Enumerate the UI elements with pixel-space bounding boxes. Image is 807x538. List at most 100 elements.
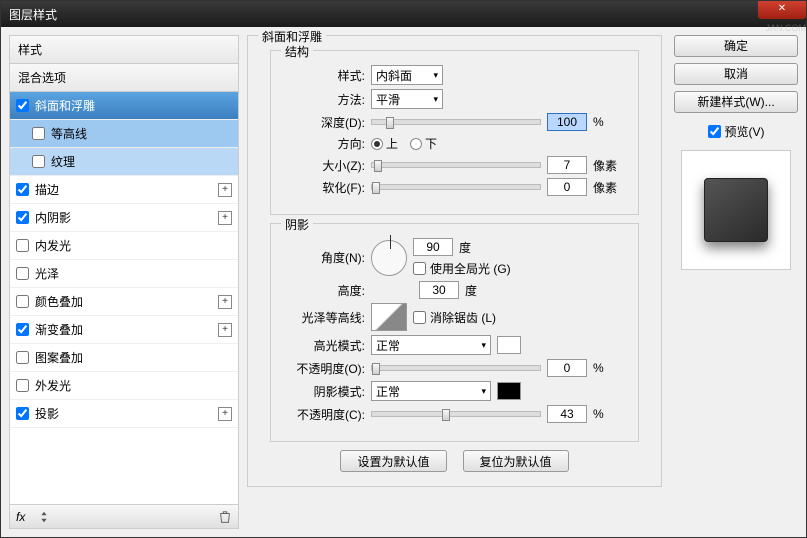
angle-unit: 度 xyxy=(459,239,487,256)
highlight-opacity-slider[interactable] xyxy=(371,365,541,371)
highlight-color-swatch[interactable] xyxy=(497,336,521,354)
style-item-checkbox[interactable] xyxy=(16,407,29,420)
depth-input[interactable]: 100 xyxy=(547,113,587,131)
style-item-checkbox[interactable] xyxy=(16,267,29,280)
highlight-opacity-unit: % xyxy=(593,361,621,375)
style-list-item[interactable]: 外发光 xyxy=(10,372,238,400)
add-effect-icon[interactable]: + xyxy=(218,183,232,197)
depth-unit: % xyxy=(593,115,621,129)
close-button[interactable]: ✕ xyxy=(758,1,806,19)
new-style-button[interactable]: 新建样式(W)... xyxy=(674,91,798,113)
style-list-item[interactable]: 斜面和浮雕 xyxy=(10,92,238,120)
antialias-checkbox[interactable]: 消除锯齿 (L) xyxy=(413,309,496,326)
style-item-checkbox[interactable] xyxy=(16,323,29,336)
style-item-label: 纹理 xyxy=(51,153,75,170)
style-item-label: 内发光 xyxy=(35,237,71,254)
soften-label: 软化(F): xyxy=(285,179,365,196)
style-item-label: 内阴影 xyxy=(35,209,71,226)
style-item-label: 描边 xyxy=(35,181,59,198)
structure-legend: 结构 xyxy=(281,43,313,60)
shadow-opacity-unit: % xyxy=(593,407,621,421)
altitude-unit: 度 xyxy=(465,282,493,299)
style-list-item[interactable]: 内发光 xyxy=(10,232,238,260)
reset-default-button[interactable]: 复位为默认值 xyxy=(463,450,569,472)
highlight-opacity-input[interactable]: 0 xyxy=(547,359,587,377)
gloss-contour-label: 光泽等高线: xyxy=(285,309,365,326)
set-default-button[interactable]: 设置为默认值 xyxy=(340,450,446,472)
shadow-opacity-slider[interactable] xyxy=(371,411,541,417)
chevron-down-icon: ▾ xyxy=(433,94,438,105)
soften-slider[interactable] xyxy=(371,184,541,190)
soften-input[interactable]: 0 xyxy=(547,178,587,196)
direction-down-radio[interactable]: 下 xyxy=(410,135,437,152)
chevron-down-icon: ▾ xyxy=(481,386,486,397)
add-effect-icon[interactable]: + xyxy=(218,211,232,225)
style-item-checkbox[interactable] xyxy=(16,211,29,224)
list-header-styles[interactable]: 样式 xyxy=(10,36,238,64)
method-select[interactable]: 平滑▾ xyxy=(371,89,443,109)
style-list-item[interactable]: 描边 + xyxy=(10,176,238,204)
direction-up-radio[interactable]: 上 xyxy=(371,135,398,152)
shadow-color-swatch[interactable] xyxy=(497,382,521,400)
style-select[interactable]: 内斜面▾ xyxy=(371,65,443,85)
style-item-checkbox[interactable] xyxy=(32,155,45,168)
style-item-checkbox[interactable] xyxy=(16,99,29,112)
style-item-label: 等高线 xyxy=(51,125,87,142)
left-panel-footer: fx xyxy=(9,505,239,529)
chevron-down-icon: ▾ xyxy=(481,340,486,351)
style-list-item[interactable]: 渐变叠加+ xyxy=(10,316,238,344)
shadow-mode-select[interactable]: 正常▾ xyxy=(371,381,491,401)
size-input[interactable]: 7 xyxy=(547,156,587,174)
preview-swatch xyxy=(704,178,768,242)
altitude-label: 高度: xyxy=(285,282,365,299)
style-list-item[interactable]: 图案叠加 xyxy=(10,344,238,372)
depth-label: 深度(D): xyxy=(285,114,365,131)
fx-menu-icon[interactable]: fx xyxy=(16,510,25,524)
preview-checkbox[interactable]: 预览(V) xyxy=(674,123,798,140)
style-list-item[interactable]: 颜色叠加+ xyxy=(10,288,238,316)
style-label: 样式: xyxy=(285,67,365,84)
add-effect-icon[interactable]: + xyxy=(218,323,232,337)
style-item-checkbox[interactable] xyxy=(16,239,29,252)
gloss-contour-select[interactable] xyxy=(371,303,407,331)
ok-button[interactable]: 确定 xyxy=(674,35,798,57)
style-list-item[interactable]: 等高线 xyxy=(10,120,238,148)
style-item-label: 斜面和浮雕 xyxy=(35,97,95,114)
style-list-item[interactable]: 投影+ xyxy=(10,400,238,428)
style-item-checkbox[interactable] xyxy=(16,295,29,308)
style-item-checkbox[interactable] xyxy=(16,379,29,392)
add-effect-icon[interactable]: + xyxy=(218,407,232,421)
direction-label: 方向: xyxy=(285,135,365,152)
shadow-opacity-label: 不透明度(C): xyxy=(285,406,365,423)
style-item-label: 图案叠加 xyxy=(35,349,83,366)
arrow-up-down-icon[interactable] xyxy=(37,510,51,524)
shadow-mode-label: 阴影模式: xyxy=(285,383,365,400)
global-light-checkbox[interactable]: 使用全局光 (G) xyxy=(413,260,511,277)
style-item-checkbox[interactable] xyxy=(32,127,45,140)
style-item-checkbox[interactable] xyxy=(16,351,29,364)
bevel-emboss-section: 斜面和浮雕 结构 样式: 内斜面▾ 方法: 平滑▾ 深度(D): 100 xyxy=(247,35,662,487)
style-list-item[interactable]: 内阴影 + xyxy=(10,204,238,232)
soften-unit: 像素 xyxy=(593,179,621,196)
cancel-button[interactable]: 取消 xyxy=(674,63,798,85)
depth-slider[interactable] xyxy=(371,119,541,125)
highlight-mode-select[interactable]: 正常▾ xyxy=(371,335,491,355)
shadow-opacity-input[interactable]: 43 xyxy=(547,405,587,423)
trash-icon[interactable] xyxy=(218,510,232,524)
style-item-label: 光泽 xyxy=(35,265,59,282)
altitude-input[interactable]: 30 xyxy=(419,281,459,299)
size-slider[interactable] xyxy=(371,162,541,168)
style-list-item[interactable]: 纹理 xyxy=(10,148,238,176)
window-title: 图层样式 xyxy=(9,6,798,23)
angle-input[interactable]: 90 xyxy=(413,238,453,256)
style-item-checkbox[interactable] xyxy=(16,183,29,196)
method-label: 方法: xyxy=(285,91,365,108)
list-header-blend[interactable]: 混合选项 xyxy=(10,64,238,92)
shading-legend: 阴影 xyxy=(281,216,313,233)
style-list-item[interactable]: 光泽 xyxy=(10,260,238,288)
titlebar[interactable]: 图层样式 ✕ JAN.COM xyxy=(1,1,806,27)
chevron-down-icon: ▾ xyxy=(433,70,438,81)
watermark: JAN.COM xyxy=(766,23,807,33)
add-effect-icon[interactable]: + xyxy=(218,295,232,309)
angle-widget[interactable] xyxy=(371,240,407,276)
